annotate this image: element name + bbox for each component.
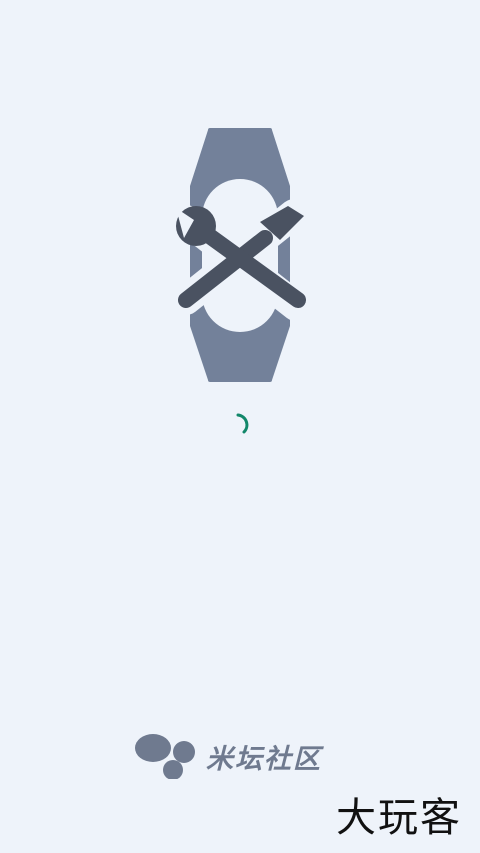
footer-brand: 米坛社区 [134, 733, 322, 779]
band-with-tools-icon [176, 128, 306, 382]
watermark-text: 大玩客 [336, 795, 462, 841]
loading-spinner-icon [236, 413, 249, 434]
brand-name: 米坛社区 [206, 743, 322, 775]
three-dots-logo-icon [135, 734, 195, 779]
